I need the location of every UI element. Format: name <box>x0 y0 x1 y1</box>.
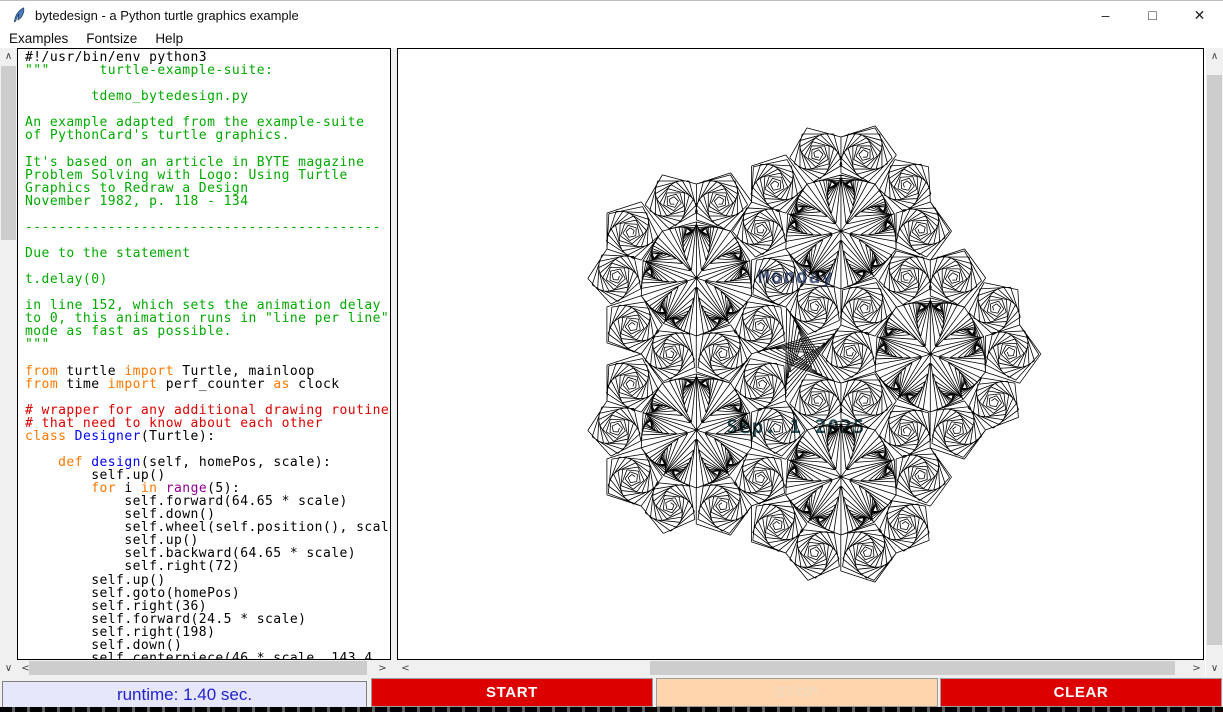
canvas-hscroll-thumb[interactable] <box>650 661 1175 675</box>
scroll-up-arrow-icon[interactable]: ∧ <box>1206 48 1223 64</box>
window-controls: – □ ✕ <box>1082 0 1223 30</box>
runtime-label: runtime: 1.40 sec. <box>2 681 367 708</box>
menubar: Examples Fontsize Help <box>0 30 1223 48</box>
start-button[interactable]: START <box>371 678 653 707</box>
minimize-button[interactable]: – <box>1082 0 1129 30</box>
menu-item-help[interactable]: Help <box>146 30 192 48</box>
code-horizontal-scrollbar[interactable]: < > <box>17 660 391 676</box>
stop-button[interactable]: STOP <box>656 678 938 707</box>
code-editor[interactable]: #!/usr/bin/env python3""" turtle-example… <box>17 48 391 660</box>
clear-button[interactable]: CLEAR <box>940 678 1222 707</box>
window-bottom-edge <box>0 707 1223 712</box>
maximize-button[interactable]: □ <box>1129 0 1176 30</box>
scroll-down-arrow-icon[interactable]: ∨ <box>0 660 17 676</box>
turtle-canvas-area: Monday Sep. 1 2025 <box>397 48 1204 660</box>
canvas-vscroll-thumb[interactable] <box>1207 75 1222 645</box>
scroll-down-arrow-icon[interactable]: ∨ <box>1206 660 1223 676</box>
menu-item-fontsize[interactable]: Fontsize <box>77 30 146 48</box>
scroll-right-arrow-icon[interactable]: > <box>374 660 391 676</box>
window-title: bytedesign - a Python turtle graphics ex… <box>35 8 299 23</box>
code-vertical-scrollbar[interactable]: ∧ ∨ <box>0 48 17 676</box>
canvas-horizontal-scrollbar[interactable]: < > <box>397 660 1205 676</box>
scroll-left-arrow-icon[interactable]: < <box>397 660 414 676</box>
code-hscroll-thumb[interactable] <box>29 661 367 675</box>
tk-feather-icon <box>11 7 27 23</box>
scroll-right-arrow-icon[interactable]: > <box>1188 660 1205 676</box>
status-bar: runtime: 1.40 sec. START STOP CLEAR <box>0 676 1223 707</box>
scroll-up-arrow-icon[interactable]: ∧ <box>0 48 17 64</box>
bytedesign-drawing <box>398 49 1203 659</box>
code-vscroll-thumb[interactable] <box>1 66 16 240</box>
titlebar: bytedesign - a Python turtle graphics ex… <box>0 0 1223 30</box>
close-button[interactable]: ✕ <box>1176 0 1223 30</box>
app-window: { "window": { "title": "bytedesign - a P… <box>0 0 1223 712</box>
code-text: #!/usr/bin/env python3""" turtle-example… <box>18 49 390 660</box>
menu-item-examples[interactable]: Examples <box>0 30 77 48</box>
canvas-vertical-scrollbar[interactable]: ∧ ∨ <box>1206 48 1223 676</box>
